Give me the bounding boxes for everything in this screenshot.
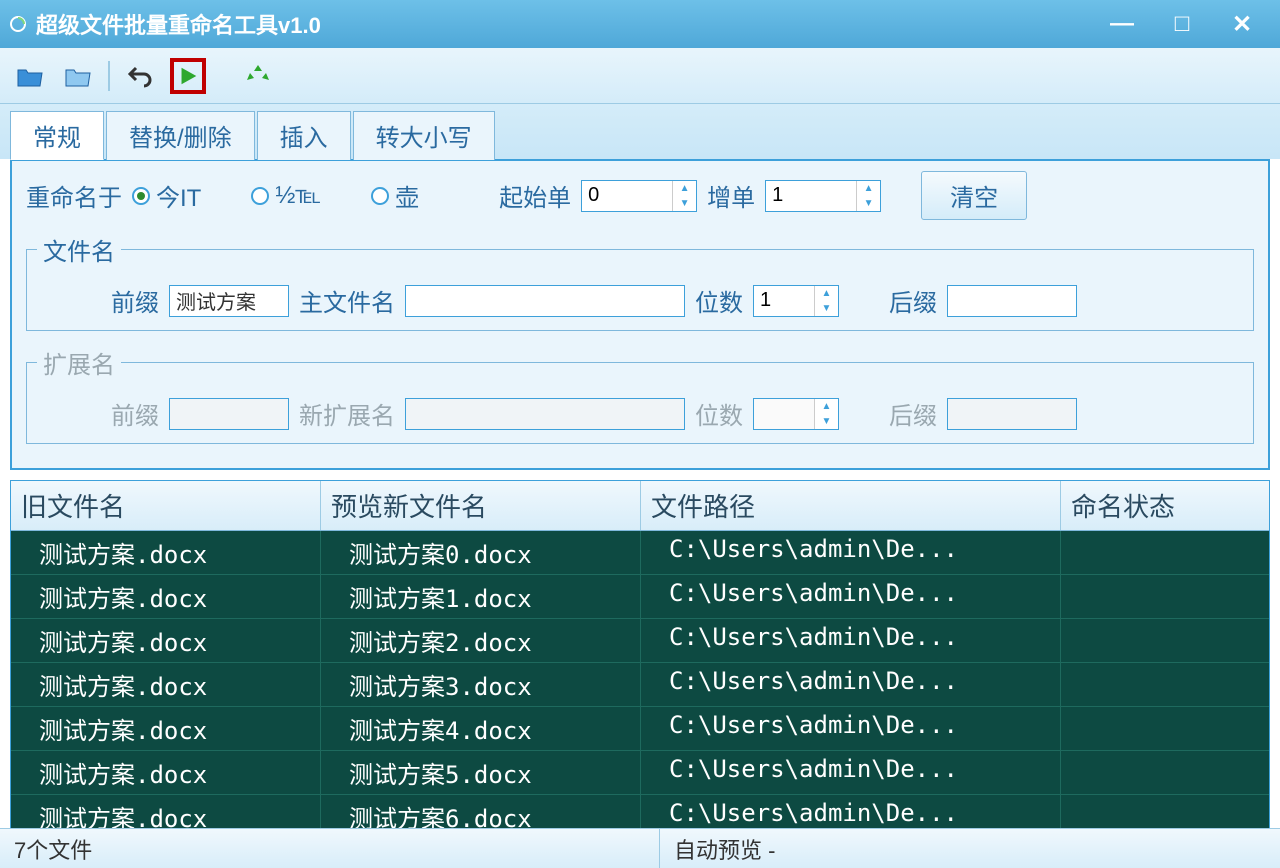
cell-path: C:\Users\admin\De... — [641, 531, 1061, 574]
minimize-button[interactable]: — — [1092, 4, 1152, 44]
cell-status — [1061, 707, 1269, 750]
run-button[interactable] — [170, 58, 206, 94]
radio-opt-2[interactable]: ½℡ — [251, 181, 321, 210]
file-grid: 旧文件名 预览新文件名 文件路径 命名状态 测试方案.docx测试方案0.doc… — [10, 480, 1270, 858]
tab-general[interactable]: 常规 — [10, 111, 104, 160]
prefix-label: 前缀 — [111, 283, 159, 318]
ext-digits-label: 位数 — [695, 396, 743, 431]
cell-new: 测试方案4.docx — [321, 707, 641, 750]
grid-body: 测试方案.docx测试方案0.docxC:\Users\admin\De...测… — [11, 531, 1269, 857]
suffix-input[interactable] — [947, 285, 1077, 317]
col-old[interactable]: 旧文件名 — [11, 481, 321, 530]
cell-status — [1061, 531, 1269, 574]
cell-path: C:\Users\admin\De... — [641, 751, 1061, 794]
tab-bar: 常规 替换/删除 插入 转大小写 — [0, 104, 1280, 159]
cell-old: 测试方案.docx — [11, 531, 321, 574]
newext-input — [405, 398, 685, 430]
newext-label: 新扩展名 — [299, 396, 395, 431]
table-row[interactable]: 测试方案.docx测试方案3.docxC:\Users\admin\De... — [11, 663, 1269, 707]
table-row[interactable]: 测试方案.docx测试方案1.docxC:\Users\admin\De... — [11, 575, 1269, 619]
status-left: 7个文件 — [0, 829, 660, 868]
ext-prefix-input — [169, 398, 289, 430]
col-new[interactable]: 预览新文件名 — [321, 481, 641, 530]
grid-header: 旧文件名 预览新文件名 文件路径 命名状态 — [11, 481, 1269, 531]
tab-case[interactable]: 转大小写 — [353, 111, 495, 160]
chevron-up-icon: ▲ — [815, 399, 838, 414]
main-label: 主文件名 — [299, 283, 395, 318]
close-button[interactable]: ✕ — [1212, 4, 1272, 44]
cell-status — [1061, 619, 1269, 662]
chevron-down-icon: ▼ — [815, 301, 838, 316]
status-right: 自动预览 - — [660, 829, 1280, 868]
ext-digits-spinner: ▲▼ — [753, 398, 839, 430]
toolbar — [0, 48, 1280, 104]
clear-button[interactable]: 清空 — [921, 171, 1027, 220]
chevron-up-icon: ▲ — [673, 181, 696, 196]
chevron-down-icon: ▼ — [815, 414, 838, 429]
separator — [108, 61, 110, 91]
cell-new: 测试方案3.docx — [321, 663, 641, 706]
cell-path: C:\Users\admin\De... — [641, 707, 1061, 750]
ext-suffix-label: 后缀 — [889, 396, 937, 431]
chevron-down-icon: ▼ — [857, 196, 880, 211]
ext-suffix-input — [947, 398, 1077, 430]
start-label: 起始单 — [499, 178, 571, 213]
cell-status — [1061, 575, 1269, 618]
digits-spinner[interactable]: ▲▼ — [753, 285, 839, 317]
tab-insert[interactable]: 插入 — [257, 111, 351, 160]
col-status[interactable]: 命名状态 — [1061, 481, 1269, 530]
chevron-up-icon: ▲ — [815, 286, 838, 301]
cell-path: C:\Users\admin\De... — [641, 663, 1061, 706]
chevron-down-icon: ▼ — [673, 196, 696, 211]
maximize-button[interactable]: □ — [1152, 4, 1212, 44]
extension-group: 扩展名 前缀 新扩展名 位数 ▲▼ 后缀 — [26, 345, 1254, 444]
step-spinner[interactable]: ▲▼ — [765, 180, 881, 212]
filename-group: 文件名 前缀 主文件名 位数 ▲▼ 后缀 — [26, 232, 1254, 331]
col-path[interactable]: 文件路径 — [641, 481, 1061, 530]
main-input[interactable] — [405, 285, 685, 317]
table-row[interactable]: 测试方案.docx测试方案4.docxC:\Users\admin\De... — [11, 707, 1269, 751]
cell-old: 测试方案.docx — [11, 575, 321, 618]
folder-add-icon[interactable] — [60, 58, 96, 94]
cell-status — [1061, 663, 1269, 706]
options-panel: 重命名于 今IT ½℡ 壶 起始单 ▲▼ 增单 ▲▼ 清空 文件名 前缀 主文件… — [10, 159, 1270, 470]
folder-open-icon[interactable] — [12, 58, 48, 94]
cell-old: 测试方案.docx — [11, 663, 321, 706]
cell-status — [1061, 751, 1269, 794]
window-title: 超级文件批量重命名工具v1.0 — [36, 8, 321, 40]
prefix-input[interactable] — [169, 285, 289, 317]
cell-old: 测试方案.docx — [11, 707, 321, 750]
chevron-up-icon: ▲ — [857, 181, 880, 196]
rename-at-label: 重命名于 — [26, 178, 122, 213]
cell-old: 测试方案.docx — [11, 751, 321, 794]
table-row[interactable]: 测试方案.docx测试方案5.docxC:\Users\admin\De... — [11, 751, 1269, 795]
cell-old: 测试方案.docx — [11, 619, 321, 662]
table-row[interactable]: 测试方案.docx测试方案2.docxC:\Users\admin\De... — [11, 619, 1269, 663]
ext-prefix-label: 前缀 — [111, 396, 159, 431]
titlebar: 超级文件批量重命名工具v1.0 — □ ✕ — [0, 0, 1280, 48]
status-bar: 7个文件 自动预览 - — [0, 828, 1280, 868]
radio-opt-1[interactable]: 今IT — [132, 178, 201, 213]
start-spinner[interactable]: ▲▼ — [581, 180, 697, 212]
app-icon — [8, 14, 28, 34]
digits-label: 位数 — [695, 283, 743, 318]
cell-path: C:\Users\admin\De... — [641, 619, 1061, 662]
tab-replace[interactable]: 替换/删除 — [106, 111, 255, 160]
suffix-label: 后缀 — [889, 283, 937, 318]
table-row[interactable]: 测试方案.docx测试方案0.docxC:\Users\admin\De... — [11, 531, 1269, 575]
ext-legend: 扩展名 — [37, 345, 121, 380]
undo-icon[interactable] — [122, 58, 158, 94]
filename-legend: 文件名 — [37, 232, 121, 267]
step-label: 增单 — [707, 178, 755, 213]
recycle-icon[interactable] — [240, 58, 276, 94]
radio-opt-3[interactable]: 壶 — [371, 178, 419, 213]
cell-new: 测试方案1.docx — [321, 575, 641, 618]
cell-path: C:\Users\admin\De... — [641, 575, 1061, 618]
cell-new: 测试方案0.docx — [321, 531, 641, 574]
cell-new: 测试方案5.docx — [321, 751, 641, 794]
cell-new: 测试方案2.docx — [321, 619, 641, 662]
